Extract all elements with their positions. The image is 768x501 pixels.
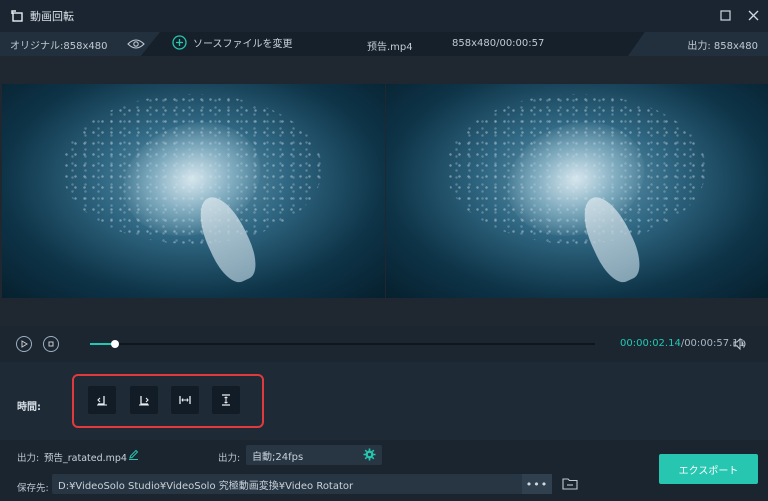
output-file-name: 预告_ratated.mp4 — [44, 453, 127, 464]
eye-icon[interactable] — [127, 38, 145, 50]
output-format-label: 出力: — [218, 453, 241, 464]
output-video-preview — [386, 84, 768, 298]
original-video-preview — [2, 84, 385, 298]
rotate-right-button[interactable] — [130, 386, 158, 414]
gear-icon[interactable] — [363, 448, 376, 461]
flip-horizontal-icon — [179, 396, 191, 404]
rotate-panel: 時間: — [0, 362, 768, 440]
rotate-left-icon — [97, 396, 107, 406]
maximize-icon — [719, 9, 731, 21]
flip-vertical-icon — [222, 394, 230, 406]
output-settings-panel: 出力: 预告_ratated.mp4 出力: 自動;24fps 保存先: D:¥… — [0, 440, 768, 501]
volume-icon[interactable] — [733, 337, 747, 351]
current-time: 00:00:02.14 — [620, 338, 681, 349]
info-bar: オリジナル:858x480 ソースファイルを変更 预告.mp4 858x480/… — [0, 32, 768, 56]
close-button[interactable] — [746, 8, 760, 22]
resolution-duration: 858x480/00:00:57 — [452, 38, 545, 49]
output-file-label: 出力: — [17, 453, 40, 464]
rotate-right-icon — [139, 396, 149, 406]
output-resolution: 出力: 858x480 — [687, 40, 758, 52]
export-button[interactable]: エクスポート — [659, 454, 758, 484]
rotate-left-button[interactable] — [88, 386, 116, 414]
pencil-icon[interactable] — [128, 449, 139, 460]
playback-bar: 00:00:02.14/00:00:57.11 — [0, 326, 768, 362]
rotate-label: 時間: — [17, 402, 41, 413]
more-dots: ••• — [525, 477, 549, 491]
add-circle-icon — [172, 35, 187, 50]
output-format-field[interactable]: 自動;24fps — [246, 445, 382, 465]
play-icon — [21, 340, 28, 348]
maximize-button[interactable] — [718, 8, 732, 22]
seek-handle[interactable] — [111, 340, 120, 348]
save-path-value: D:¥VideoSolo Studio¥VideoSolo 究極動画変換¥Vid… — [58, 480, 354, 492]
change-source-label: ソースファイルを変更 — [193, 39, 293, 50]
save-path-field[interactable]: D:¥VideoSolo Studio¥VideoSolo 究極動画変換¥Vid… — [52, 474, 552, 494]
browse-button[interactable]: ••• — [522, 474, 552, 494]
output-info: 出力: 858x480 — [628, 32, 768, 56]
file-name: 预告.mp4 — [367, 42, 413, 53]
play-button[interactable] — [16, 336, 32, 352]
window-title: 動画回転 — [30, 10, 74, 23]
folder-icon[interactable] — [562, 477, 578, 490]
close-icon — [748, 10, 758, 20]
stop-button[interactable] — [43, 336, 59, 352]
seek-slider[interactable] — [90, 340, 595, 348]
timecode: 00:00:02.14/00:00:57.11 — [620, 338, 745, 349]
output-format-value: 自動;24fps — [252, 451, 304, 463]
flip-vertical-button[interactable] — [212, 386, 240, 414]
save-path-label: 保存先: — [17, 483, 49, 494]
rotate-app-icon — [11, 10, 23, 22]
title-bar: 動画回転 — [0, 0, 768, 32]
export-label: エクスポート — [678, 465, 739, 477]
flip-horizontal-button[interactable] — [171, 386, 199, 414]
preview-area — [0, 56, 768, 326]
stop-icon — [48, 341, 54, 347]
original-resolution: オリジナル:858x480 — [10, 40, 108, 52]
change-source-button[interactable]: ソースファイルを変更 — [172, 35, 293, 50]
